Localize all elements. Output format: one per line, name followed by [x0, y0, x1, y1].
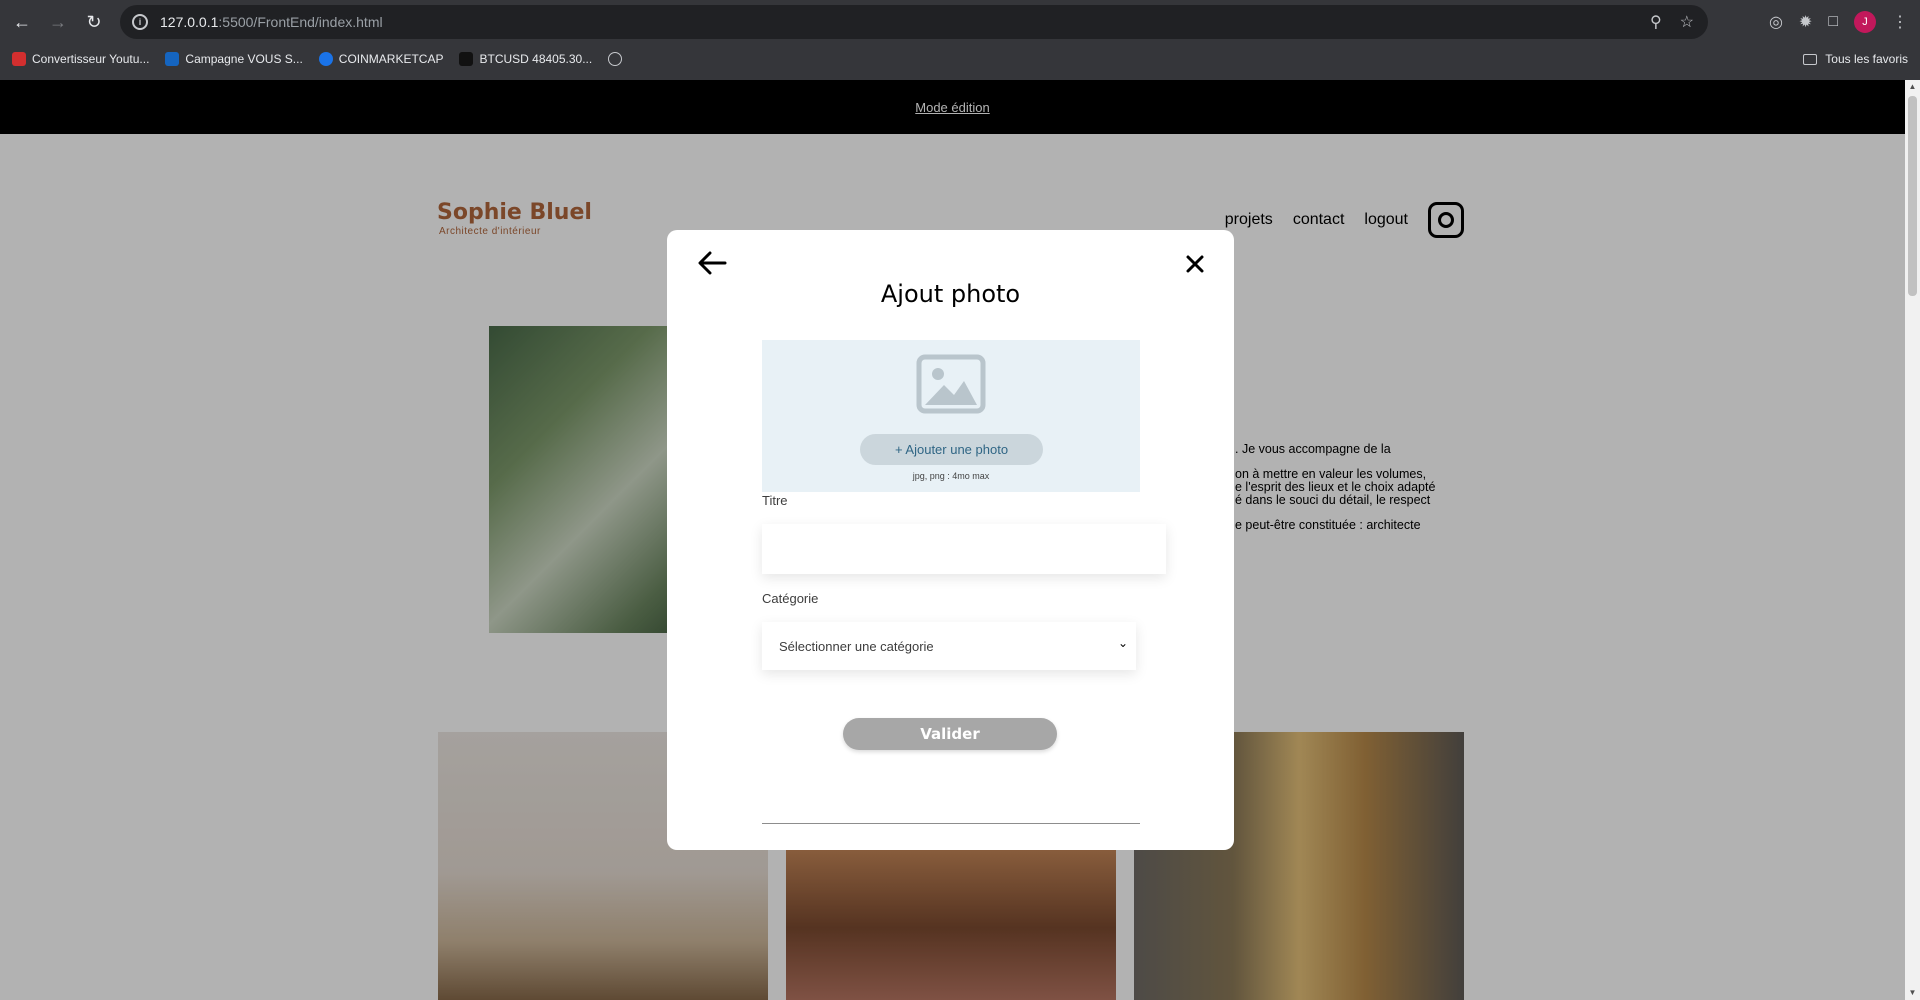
browser-toolbar: ← → ↻ i 127.0.0.1:5500/FrontEnd/index.ht… [0, 0, 1920, 44]
back-arrow-icon[interactable] [697, 250, 727, 276]
bookmark-item[interactable]: BTCUSD 48405.30... [459, 52, 592, 66]
category-label: Catégorie [762, 591, 819, 606]
url-text[interactable]: 127.0.0.1:5500/FrontEnd/index.html [160, 14, 383, 30]
site-info-icon[interactable]: i [132, 14, 148, 30]
submit-button[interactable]: Valider [843, 718, 1057, 750]
photo-upload-zone[interactable]: + Ajouter une photo jpg, png : 4mo max [762, 340, 1140, 492]
file-format-hint: jpg, png : 4mo max [912, 471, 990, 481]
category-select[interactable]: Sélectionner une catégorie ⌄ [762, 622, 1136, 670]
scroll-down-icon[interactable]: ▼ [1905, 986, 1920, 1000]
image-placeholder-icon [916, 354, 986, 414]
extension-target-icon[interactable]: ◎ [1769, 12, 1783, 32]
profile-avatar[interactable]: J [1854, 11, 1876, 33]
extension-gear-icon[interactable]: ✹ [1799, 12, 1812, 32]
youtube-icon [12, 52, 26, 66]
title-label: Titre [762, 493, 788, 508]
add-photo-modal: Ajout photo + Ajouter une photo jpg, png… [667, 230, 1234, 850]
chevron-down-icon: ⌄ [1117, 636, 1128, 650]
scroll-up-icon[interactable]: ▲ [1905, 80, 1920, 94]
back-arrow-icon[interactable]: ← [8, 8, 36, 36]
reload-icon[interactable]: ↻ [80, 8, 108, 36]
category-select-value: Sélectionner une catégorie [779, 638, 934, 654]
bookmark-item[interactable]: COINMARKETCAP [318, 52, 443, 66]
menu-kebab-icon[interactable]: ⋮ [1892, 12, 1908, 32]
forward-arrow-icon[interactable]: → [44, 8, 72, 36]
tradingview-icon [459, 52, 474, 66]
add-photo-button[interactable]: + Ajouter une photo [860, 434, 1043, 465]
browser-chrome: ← → ↻ i 127.0.0.1:5500/FrontEnd/index.ht… [0, 0, 1920, 80]
zoom-icon[interactable]: ⚲ [1650, 12, 1662, 32]
divider [762, 823, 1140, 824]
bookmark-star-icon[interactable]: ☆ [1680, 12, 1694, 32]
scroll-thumb[interactable] [1908, 96, 1917, 296]
globe-icon [608, 52, 623, 66]
bookmark-item[interactable]: Convertisseur Youtu... [12, 52, 149, 66]
extensions-puzzle-icon[interactable]: □ [1828, 13, 1838, 31]
address-bar[interactable]: i 127.0.0.1:5500/FrontEnd/index.html ⚲ ☆ [120, 5, 1708, 39]
coinmarketcap-icon [318, 52, 333, 66]
campaign-icon [165, 52, 180, 66]
bookmark-item[interactable] [608, 52, 628, 66]
folder-icon [1803, 53, 1818, 65]
close-icon[interactable] [1185, 254, 1205, 274]
title-input[interactable] [762, 524, 1166, 574]
all-bookmarks[interactable]: Tous les favoris [1803, 46, 1908, 72]
bookmarks-bar: Convertisseur Youtu... Campagne VOUS S..… [0, 46, 1920, 72]
modal-title: Ajout photo [880, 280, 1021, 308]
page-viewport: Mode édition Sophie Bluel Architecte d'i… [0, 80, 1920, 1000]
bookmark-item[interactable]: Campagne VOUS S... [165, 52, 303, 66]
page-scrollbar[interactable]: ▲ ▼ [1905, 80, 1920, 1000]
